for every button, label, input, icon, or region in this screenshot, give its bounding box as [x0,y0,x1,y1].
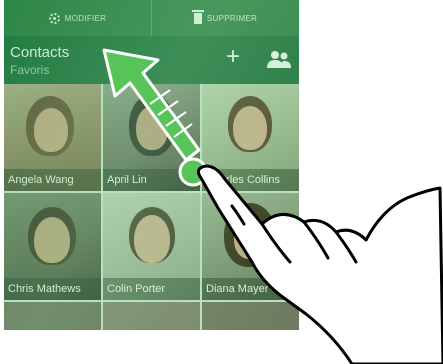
hand-pointer-icon [196,164,443,364]
gesture-illustration [102,48,443,364]
swipe-arrow-icon [102,48,208,187]
